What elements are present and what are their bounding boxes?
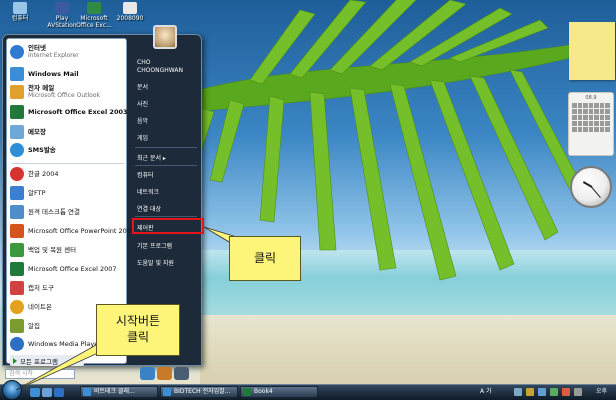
callout-start-button: 시작버튼 클릭 [96, 304, 180, 356]
callout-start-line1: 시작버튼 [115, 314, 161, 328]
callout-pointers [15, 226, 241, 391]
callout-start-line2: 클릭 [126, 330, 150, 344]
callout-click: 클릭 [229, 236, 301, 281]
